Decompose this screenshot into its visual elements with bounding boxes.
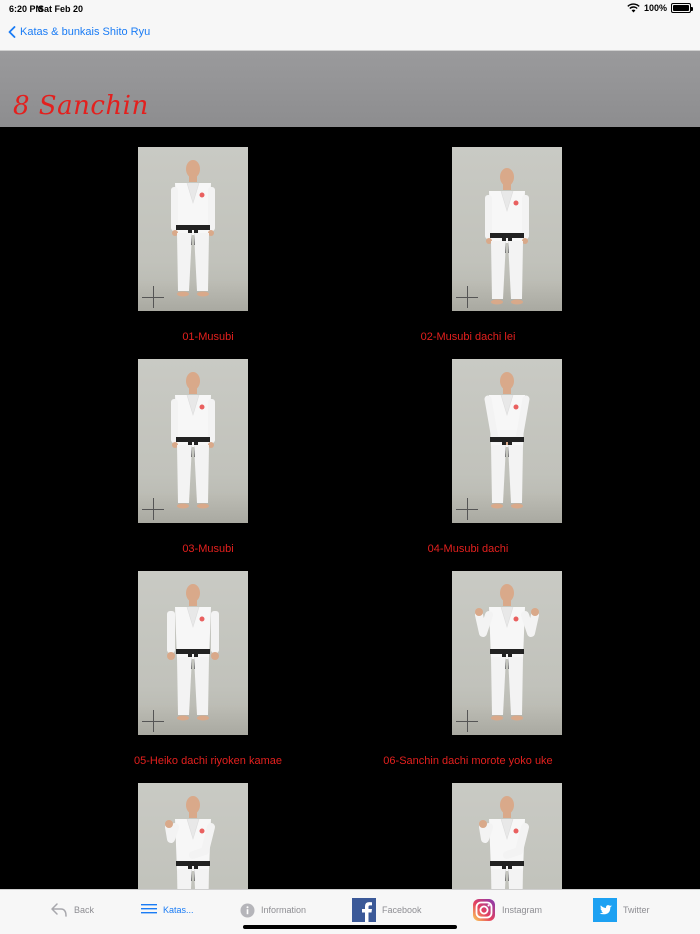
move-caption[interactable]: 03-Musubi	[58, 543, 358, 555]
status-right: 100%	[627, 3, 693, 13]
home-indicator	[243, 925, 457, 929]
karateka-figure	[484, 372, 530, 509]
move-photo[interactable]	[452, 147, 562, 311]
karateka-figure	[475, 584, 539, 721]
kata-header: 8 Sanchin	[0, 51, 700, 127]
nav-back-button[interactable]: Katas & bunkais Shito Ryu	[8, 26, 150, 38]
karateka-figure	[485, 168, 529, 305]
navigation-bar: Katas & bunkais Shito Ryu	[0, 18, 700, 51]
move-photo[interactable]	[138, 783, 248, 889]
tab-instagram[interactable]: Instagram	[472, 898, 542, 922]
tab-twitter[interactable]: Twitter	[593, 898, 650, 922]
move-caption[interactable]: 06-Sanchin dachi morote yoko uke	[318, 755, 618, 767]
karateka-figure	[167, 584, 219, 721]
battery-percent: 100%	[643, 3, 667, 13]
tab-information[interactable]: Information	[240, 898, 306, 922]
move-photo[interactable]	[138, 359, 248, 523]
facebook-icon	[352, 898, 376, 922]
karateka-figure	[479, 796, 529, 889]
move-photo[interactable]	[138, 147, 248, 311]
info-icon	[240, 903, 255, 917]
status-date: Sat Feb 20	[38, 4, 84, 14]
instagram-icon	[473, 899, 495, 921]
karateka-figure	[171, 372, 215, 509]
move-photo[interactable]	[138, 571, 248, 735]
tab-back[interactable]: Back	[50, 898, 94, 922]
wifi-icon	[627, 3, 640, 13]
tab-facebook[interactable]: Facebook	[352, 898, 422, 922]
karateka-figure	[171, 160, 215, 297]
reply-arrow-icon	[51, 903, 67, 917]
tab-instagram-label: Instagram	[502, 905, 543, 915]
move-photo[interactable]	[452, 571, 562, 735]
twitter-icon	[593, 898, 617, 922]
move-photo[interactable]	[452, 359, 562, 523]
tab-back-label: Back	[74, 905, 95, 915]
tab-information-label: Information	[261, 905, 307, 915]
move-caption[interactable]: 01-Musubi	[58, 331, 358, 343]
chevron-left-icon	[8, 26, 16, 38]
status-bar: 6:20 PM Sat Feb 20 100%	[0, 0, 700, 18]
battery-icon	[671, 3, 693, 13]
karateka-figure	[165, 796, 215, 889]
tab-katas-label: Katas...	[163, 905, 194, 915]
moves-grid[interactable]: 01-Musubi 02-Musubi dachi lei 03-Musubi …	[0, 127, 700, 889]
nav-back-label: Katas & bunkais Shito Ryu	[20, 26, 151, 38]
move-caption[interactable]: 04-Musubi dachi	[318, 543, 618, 555]
page-title: 8 Sanchin	[13, 91, 149, 121]
tab-facebook-label: Facebook	[382, 905, 422, 915]
tab-katas[interactable]: Katas...	[141, 898, 194, 922]
move-caption[interactable]: 02-Musubi dachi lei	[318, 331, 618, 343]
move-caption[interactable]: 05-Heiko dachi riyoken kamae	[58, 755, 358, 767]
list-icon	[141, 904, 157, 914]
tab-twitter-label: Twitter	[623, 905, 650, 915]
move-photo[interactable]	[452, 783, 562, 889]
